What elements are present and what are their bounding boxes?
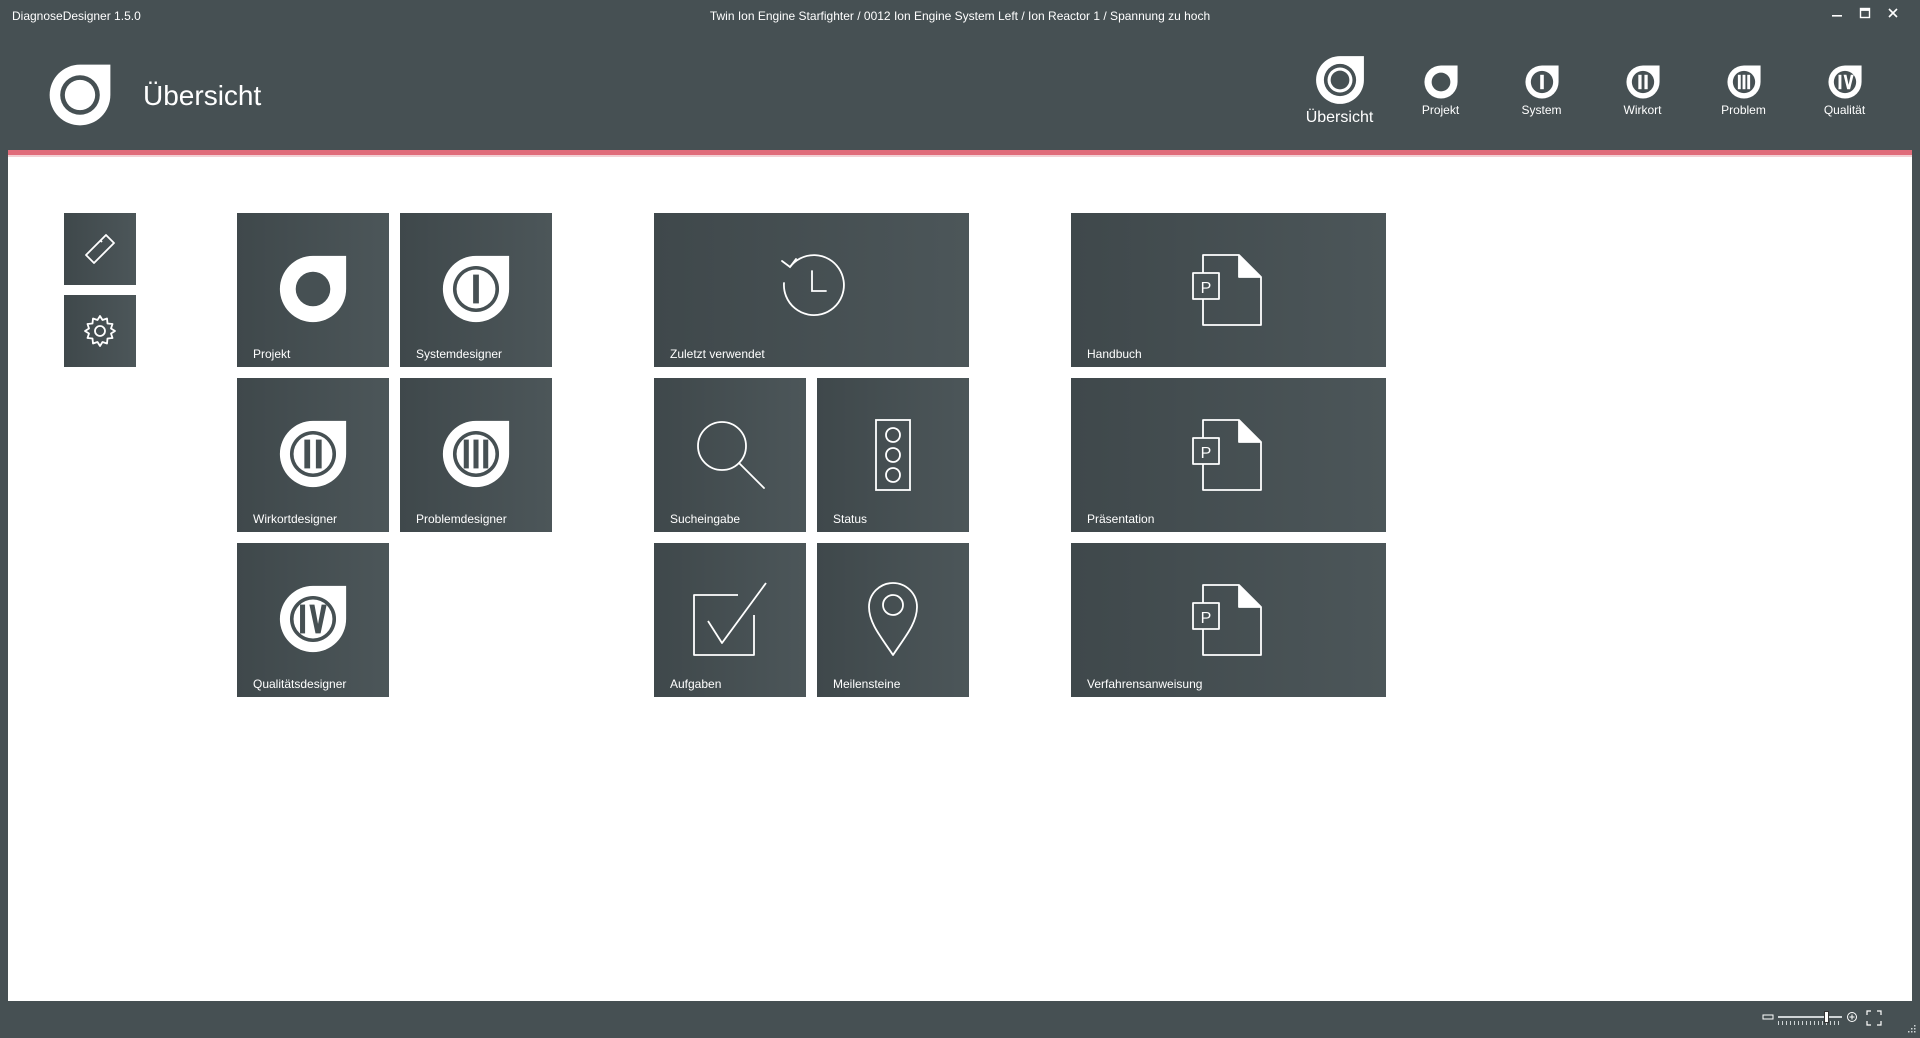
tile-label: Sucheingabe <box>670 512 741 526</box>
tile-label: Verfahrensanweisung <box>1087 677 1203 691</box>
zoom-slider[interactable] <box>1778 1011 1842 1025</box>
top-navigation: Übersicht Projekt System Wirkort Problem… <box>1289 54 1895 127</box>
problem-designer-icon <box>1726 65 1761 99</box>
wirkort-designer-icon <box>1625 65 1660 99</box>
maximize-icon <box>1859 7 1871 19</box>
tile-label: Zuletzt verwendet <box>670 347 765 361</box>
status-bar <box>0 1001 1920 1038</box>
tile-verfahrensanweisung[interactable]: P Verfahrensanweisung <box>1071 543 1386 697</box>
nav-problem[interactable]: Problem <box>1693 54 1794 127</box>
tile-label: Status <box>833 512 868 526</box>
tile-aufgaben[interactable]: Aufgaben <box>654 543 806 697</box>
tile-meilensteine[interactable]: Meilensteine <box>817 543 969 697</box>
powerpoint-document-icon: P <box>1192 419 1262 491</box>
tile-status[interactable]: Status <box>817 378 969 532</box>
nav-system[interactable]: System <box>1491 54 1592 127</box>
overview-icon <box>1315 56 1364 104</box>
nav-uebersicht[interactable]: Übersicht <box>1289 54 1390 127</box>
tile-sucheingabe[interactable]: Sucheingabe <box>654 378 806 532</box>
checkbox-icon <box>693 582 767 656</box>
tile-praesentation[interactable]: P Präsentation <box>1071 378 1386 532</box>
tile-label: Aufgaben <box>670 677 722 691</box>
search-icon <box>697 421 765 489</box>
powerpoint-document-icon: P <box>1192 584 1262 656</box>
project-icon <box>279 255 347 323</box>
zoom-control <box>1762 1011 1858 1025</box>
tile-projekt[interactable]: Projekt <box>237 213 389 367</box>
system-designer-icon <box>442 255 510 323</box>
nav-projekt[interactable]: Projekt <box>1390 54 1491 127</box>
fullscreen-icon[interactable] <box>1866 1010 1882 1026</box>
settings-button[interactable] <box>64 295 136 367</box>
traffic-light-icon <box>875 419 911 491</box>
main-content: Projekt Systemdesigner Wirkortdesigner P… <box>8 155 1912 1001</box>
tile-label: Handbuch <box>1087 347 1142 361</box>
zoom-in-icon[interactable] <box>1846 1011 1858 1023</box>
map-pin-icon <box>868 582 918 656</box>
nav-qualitaet[interactable]: Qualität <box>1794 54 1895 127</box>
nav-label: Qualität <box>1823 103 1866 117</box>
ticket-icon <box>85 234 115 264</box>
tile-label: Systemdesigner <box>416 347 503 361</box>
nav-label: System <box>1521 103 1562 117</box>
window-controls <box>1826 2 1904 24</box>
resize-grip-icon[interactable] <box>1906 1023 1916 1033</box>
minimize-icon <box>1832 15 1842 17</box>
powerpoint-document-icon: P <box>1192 254 1262 326</box>
nav-wirkort[interactable]: Wirkort <box>1592 54 1693 127</box>
tile-label: Präsentation <box>1087 512 1155 526</box>
nav-label: Projekt <box>1421 103 1460 117</box>
maximize-button[interactable] <box>1854 2 1876 24</box>
minimize-button[interactable] <box>1826 2 1848 24</box>
tile-label: Qualitätsdesigner <box>253 677 347 691</box>
nav-label: Problem <box>1721 103 1766 117</box>
zoom-slider-thumb[interactable] <box>1824 1011 1829 1023</box>
zoom-slider-ticks <box>1778 1021 1842 1025</box>
tile-systemdesigner[interactable]: Systemdesigner <box>400 213 552 367</box>
tile-label: Meilensteine <box>833 677 901 691</box>
close-button[interactable] <box>1882 2 1904 24</box>
document-letter: P <box>1201 280 1212 297</box>
project-icon <box>1423 65 1458 99</box>
breadcrumb: Twin Ion Engine Starfighter / 0012 Ion E… <box>709 9 1211 23</box>
history-icon <box>781 254 845 316</box>
app-name: DiagnoseDesigner 1.5.0 <box>12 9 141 23</box>
tile-label: Projekt <box>253 347 291 361</box>
document-letter: P <box>1201 445 1212 462</box>
quality-designer-icon <box>1827 65 1862 99</box>
close-icon <box>1888 8 1898 18</box>
wirkort-designer-icon <box>279 420 347 488</box>
system-designer-icon <box>1524 65 1559 99</box>
tile-label: Wirkortdesigner <box>253 512 338 526</box>
app-header: Übersicht Übersicht Projekt System Wirko… <box>0 32 1920 150</box>
nav-label: Übersicht <box>1305 109 1374 126</box>
document-letter: P <box>1201 610 1212 627</box>
tile-problemdesigner[interactable]: Problemdesigner <box>400 378 552 532</box>
zoom-out-icon[interactable] <box>1762 1011 1774 1023</box>
license-button[interactable] <box>64 213 136 285</box>
tile-zuletzt-verwendet[interactable]: Zuletzt verwendet <box>654 213 969 367</box>
tile-label: Problemdesigner <box>416 512 507 526</box>
diagnosedesigner-logo-icon <box>49 64 111 126</box>
gear-icon <box>84 315 116 347</box>
nav-label: Wirkort <box>1623 103 1662 117</box>
tile-qualitaetsdesigner[interactable]: Qualitätsdesigner <box>237 543 389 697</box>
page-title: Übersicht <box>143 80 262 111</box>
tile-handbuch[interactable]: P Handbuch <box>1071 213 1386 367</box>
tile-wirkortdesigner[interactable]: Wirkortdesigner <box>237 378 389 532</box>
problem-designer-icon <box>442 420 510 488</box>
title-bar: DiagnoseDesigner 1.5.0 Twin Ion Engine S… <box>0 0 1920 32</box>
zoom-slider-rail <box>1778 1016 1842 1018</box>
quality-designer-icon <box>279 585 347 653</box>
